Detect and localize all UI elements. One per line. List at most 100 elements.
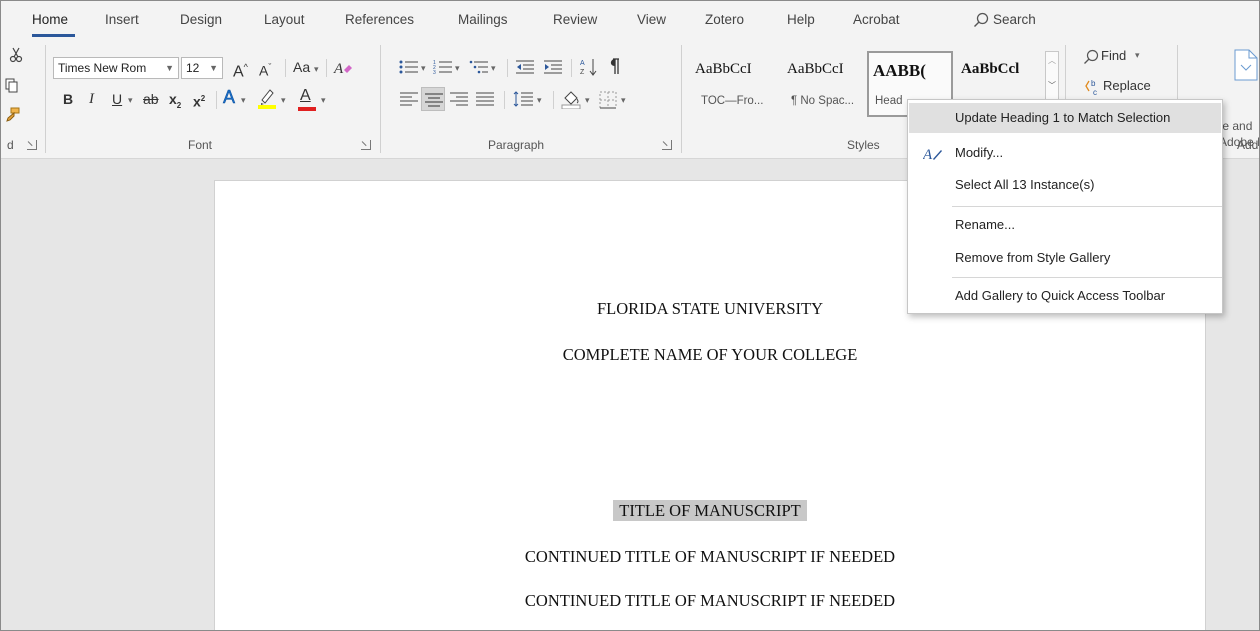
align-center-button[interactable] [421, 87, 445, 111]
chevron-down-icon[interactable]: ▾ [621, 90, 626, 110]
create-pdf-icon[interactable] [1233, 49, 1259, 84]
font-name-combo[interactable]: Times New Rom ▼ [53, 57, 179, 79]
paragraph-group-label: Paragraph [488, 138, 545, 152]
chevron-down-icon[interactable]: ▾ [491, 58, 496, 78]
highlight-icon[interactable] [257, 87, 277, 112]
tab-references[interactable]: References [345, 12, 414, 27]
borders-icon[interactable] [599, 91, 617, 112]
word-window: Home Insert Design Layout References Mai… [0, 0, 1260, 631]
doc-college-line[interactable]: COMPLETE NAME OF YOUR COLLEGE [215, 345, 1205, 365]
underline-options-icon[interactable]: ▾ [128, 90, 133, 110]
tab-help[interactable]: Help [787, 12, 815, 27]
decrease-indent-icon[interactable] [515, 59, 535, 78]
divider [507, 59, 508, 77]
justify-icon[interactable] [475, 91, 495, 110]
align-left-icon[interactable] [399, 91, 419, 110]
menu-select-all-instances[interactable]: Select All 13 Instance(s) [909, 170, 1221, 200]
chevron-down-icon[interactable]: ▾ [321, 90, 326, 110]
tab-home[interactable]: Home [32, 12, 68, 27]
numbering-icon[interactable]: 123 [433, 59, 453, 78]
divider [285, 59, 286, 77]
subscript-button[interactable]: x2 [169, 89, 181, 116]
replace-button[interactable]: bc Replace [1085, 77, 1165, 99]
tab-insert[interactable]: Insert [105, 12, 139, 27]
selected-title-text[interactable]: TITLE OF MANUSCRIPT [613, 500, 807, 521]
doc-continued-title-line[interactable]: CONTINUED TITLE OF MANUSCRIPT IF NEEDED [215, 547, 1205, 567]
sort-icon[interactable]: AZ [579, 57, 599, 80]
paragraph-launcher-icon[interactable] [662, 140, 672, 150]
chevron-down-icon: ▾ [1135, 50, 1140, 60]
doc-text: COMPLETE NAME OF YOUR COLLEGE [562, 345, 858, 364]
menu-rename[interactable]: Rename... [909, 210, 1221, 240]
format-painter-icon[interactable] [5, 107, 21, 126]
modify-style-icon: A [922, 144, 943, 163]
divider [504, 91, 505, 109]
menu-separator [952, 206, 1222, 207]
chevron-down-icon[interactable]: ▾ [281, 90, 286, 110]
active-tab-indicator [32, 34, 75, 37]
text-effects-button[interactable]: A [223, 87, 236, 108]
align-right-icon[interactable] [449, 91, 469, 110]
cut-icon[interactable] [9, 47, 23, 66]
font-group-label: Font [188, 138, 213, 152]
change-case-button[interactable]: Aa ▾ [293, 57, 319, 79]
doc-continued-title-line[interactable]: CONTINUED TITLE OF MANUSCRIPT IF NEEDED [215, 591, 1205, 611]
scroll-down-icon[interactable]: ﹀ [1048, 80, 1056, 91]
bold-button[interactable]: B [63, 89, 73, 109]
strikethrough-button[interactable]: ab [143, 89, 159, 109]
svg-text:Z: Z [580, 69, 585, 76]
change-case-label: Aa [293, 59, 311, 75]
multilevel-list-icon[interactable] [469, 59, 489, 78]
font-color-button[interactable]: A [297, 87, 317, 111]
svg-text:A: A [923, 147, 933, 163]
style-name: ¶ No Spac... [791, 95, 855, 107]
search-box[interactable]: Search [993, 12, 1036, 27]
svg-text:b: b [1091, 79, 1096, 88]
tab-zotero[interactable]: Zotero [705, 12, 744, 27]
chevron-down-icon[interactable]: ▾ [537, 90, 542, 110]
increase-indent-icon[interactable] [543, 59, 563, 78]
svg-text:3: 3 [433, 70, 436, 75]
chevron-down-icon[interactable]: ▼ [165, 58, 174, 78]
superscript-button[interactable]: x2 [193, 89, 205, 112]
style-no-spacing[interactable]: AaBbCcI ¶ No Spac... [787, 51, 873, 117]
bullets-icon[interactable] [399, 59, 419, 78]
chevron-down-icon[interactable]: ▾ [241, 90, 246, 110]
clipboard-launcher-icon[interactable] [27, 140, 37, 150]
shading-icon[interactable] [561, 89, 581, 112]
font-launcher-icon[interactable] [361, 140, 371, 150]
search-icon[interactable] [973, 12, 989, 28]
show-formatting-icon[interactable] [607, 57, 621, 80]
chevron-down-icon[interactable]: ▾ [455, 58, 460, 78]
font-size-value: 12 [186, 61, 200, 75]
chevron-down-icon[interactable]: ▾ [421, 58, 426, 78]
chevron-down-icon[interactable]: ▾ [585, 90, 590, 110]
font-size-combo[interactable]: 12 ▼ [181, 57, 223, 79]
copy-icon[interactable] [5, 78, 19, 97]
menu-item-label: Modify... [955, 145, 1004, 160]
doc-title-line[interactable]: TITLE OF MANUSCRIPT [215, 500, 1205, 521]
tab-acrobat[interactable]: Acrobat [853, 12, 900, 27]
style-toc-front[interactable]: AaBbCcI TOC—Fro... [695, 51, 781, 117]
clear-formatting-icon[interactable]: A [333, 59, 353, 80]
menu-modify[interactable]: A Modify... [909, 138, 1221, 168]
menu-remove-from-gallery[interactable]: Remove from Style Gallery [909, 243, 1221, 273]
line-spacing-icon[interactable] [513, 91, 535, 110]
scroll-up-icon[interactable]: ︿ [1048, 55, 1056, 66]
svg-text:c: c [1093, 88, 1097, 97]
menu-add-gallery-to-qat[interactable]: Add Gallery to Quick Access Toolbar [909, 281, 1221, 311]
tab-review[interactable]: Review [553, 12, 597, 27]
tab-mailings[interactable]: Mailings [458, 12, 508, 27]
shrink-font-button[interactable]: Aˇ [259, 57, 271, 81]
underline-button[interactable]: U [112, 89, 122, 109]
menu-item-label: Rename... [955, 217, 1015, 232]
tab-view[interactable]: View [637, 12, 666, 27]
menu-item-label: Update Heading 1 to Match Selection [955, 110, 1171, 125]
chevron-down-icon[interactable]: ▼ [209, 58, 218, 78]
tab-design[interactable]: Design [180, 12, 222, 27]
grow-font-button[interactable]: A^ [233, 57, 248, 82]
italic-button[interactable]: I [89, 89, 94, 109]
style-context-menu: Update Heading 1 to Match Selection A Mo… [907, 99, 1223, 314]
menu-update-heading-to-match[interactable]: Update Heading 1 to Match Selection [909, 103, 1221, 133]
tab-layout[interactable]: Layout [264, 12, 305, 27]
